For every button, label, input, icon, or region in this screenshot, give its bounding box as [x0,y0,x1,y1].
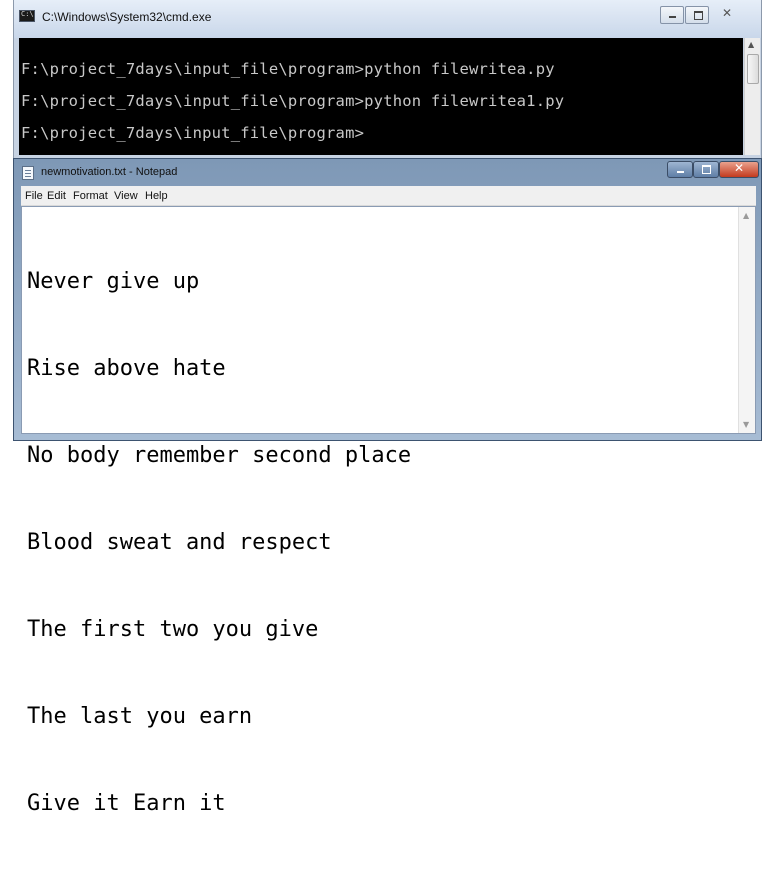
text-line: Never give up [27,269,200,294]
cmd-close-button[interactable] [710,6,746,24]
cmd-scrollbar[interactable]: ▲ [744,38,760,155]
menu-format[interactable]: Format [73,190,108,202]
scroll-up-arrow-icon[interactable]: ▲ [743,211,749,220]
cmd-minimize-button[interactable] [660,6,684,24]
notepad-text-content: Never give up Rise above hate No body re… [27,209,411,876]
scroll-up-arrow-icon[interactable]: ▲ [748,40,754,49]
cmd-title-bar[interactable]: C:\Windows\System32\cmd.exe [14,0,761,38]
text-line: Rise above hate [27,356,226,381]
console-icon [19,10,35,22]
cmd-window: C:\Windows\System32\cmd.exe F:\project_7… [13,0,762,160]
text-line: The last you earn [27,704,253,729]
menu-file[interactable]: File [25,190,43,202]
notepad-scrollbar[interactable]: ▲ ▼ [738,207,755,433]
cmd-window-title: C:\Windows\System32\cmd.exe [42,10,212,24]
menu-edit[interactable]: Edit [47,190,66,202]
cmd-line: F:\project_7days\input_file\program>pyth… [21,92,565,110]
cmd-line: F:\project_7days\input_file\program>pyth… [21,60,555,78]
text-line: The first two you give [27,617,319,642]
notepad-text-area[interactable]: Never give up Rise above hate No body re… [21,206,756,816]
notepad-close-button[interactable] [719,161,759,178]
text-line: No body remember second place [27,443,412,468]
cmd-maximize-button[interactable] [685,6,709,24]
notepad-window: newmotivation.txt - Notepad File Edit Fo… [13,158,762,816]
notepad-icon [22,166,34,180]
text-line: Give it Earn it [27,791,226,816]
cmd-console-output[interactable]: F:\project_7days\input_file\program>pyth… [19,38,743,155]
notepad-menu-bar: File Edit Format View Help [21,186,756,206]
notepad-maximize-button[interactable] [693,161,719,178]
menu-help[interactable]: Help [145,190,168,202]
notepad-minimize-button[interactable] [667,161,693,178]
notepad-window-title: newmotivation.txt - Notepad [41,166,178,178]
cmd-scrollbar-thumb[interactable] [747,54,759,84]
scroll-down-arrow-icon[interactable]: ▼ [743,420,749,429]
text-line: Blood sweat and respect [27,530,332,555]
cmd-prompt-line: F:\project_7days\input_file\program> [21,124,365,142]
menu-view[interactable]: View [114,190,138,202]
notepad-title-bar[interactable]: newmotivation.txt - Notepad [14,159,761,186]
